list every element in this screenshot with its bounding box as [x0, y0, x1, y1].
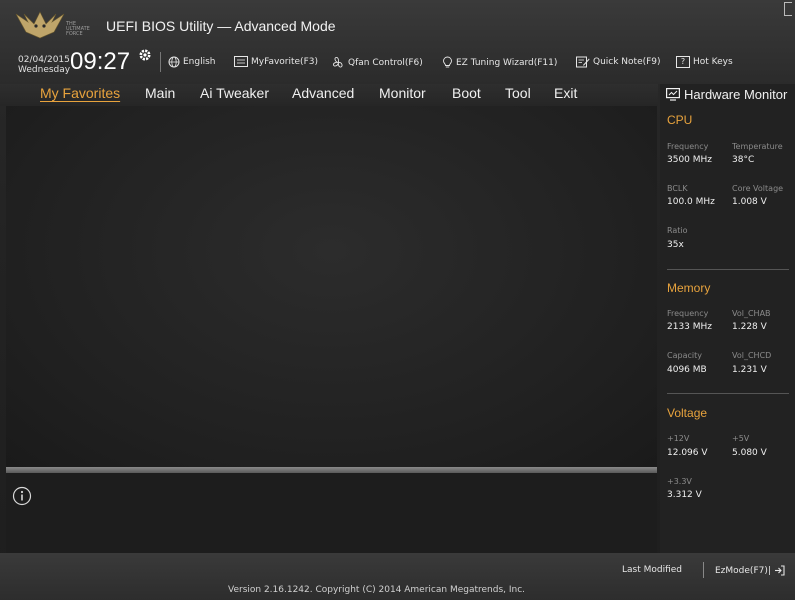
- info-icon: [12, 486, 32, 506]
- tab-exit[interactable]: Exit: [554, 85, 577, 101]
- vol-chab-value: 1.228 V: [732, 322, 767, 332]
- v33-label: +3.3V: [667, 477, 692, 486]
- tab-my-favorites[interactable]: My Favorites: [40, 85, 120, 101]
- globe-icon: [168, 56, 180, 68]
- gear-icon[interactable]: [138, 48, 152, 62]
- qfan-control-button[interactable]: Qfan Control(F6): [332, 56, 423, 69]
- tab-main[interactable]: Main: [145, 85, 175, 101]
- myfavorite-button[interactable]: MyFavorite(F3): [234, 56, 318, 67]
- v12-label: +12V: [667, 434, 690, 443]
- help-panel: [6, 473, 657, 553]
- tab-advanced[interactable]: Advanced: [292, 85, 354, 101]
- v12-value: 12.096 V: [667, 448, 708, 458]
- capacity-value: 4096 MB: [667, 365, 707, 375]
- vol-chab-label: Vol_CHAB: [732, 309, 771, 318]
- cpu-frequency-label: Frequency: [667, 142, 709, 151]
- ratio-value: 35x: [667, 240, 684, 250]
- tab-monitor[interactable]: Monitor: [379, 85, 426, 101]
- weekday-value: Wednesday: [18, 65, 71, 75]
- vol-chcd-label: Vol_CHCD: [732, 351, 772, 360]
- last-modified-button[interactable]: Last Modified: [622, 565, 682, 575]
- hot-keys-button[interactable]: ? Hot Keys: [676, 56, 733, 68]
- tab-ai-tweaker[interactable]: Ai Tweaker: [200, 85, 269, 101]
- memory-heading: Memory: [667, 281, 711, 295]
- memory-frequency-value: 2133 MHz: [667, 322, 713, 332]
- quick-note-button[interactable]: Quick Note(F9): [576, 56, 661, 68]
- note-icon: [576, 56, 590, 68]
- bios-window: THE ULTIMATE FORCE UEFI BIOS Utility — A…: [0, 0, 795, 600]
- date-value: 02/04/2015: [18, 55, 70, 65]
- bulb-icon: [443, 56, 452, 68]
- hot-keys-key-icon: ?: [676, 56, 690, 68]
- ez-tuning-wizard-button[interactable]: EZ Tuning Wizard(F11): [442, 56, 557, 69]
- footer-separator: [703, 562, 704, 578]
- monitor-icon: [666, 88, 680, 101]
- brand-tagline: THE ULTIMATE FORCE: [66, 21, 90, 37]
- cpu-heading: CPU: [667, 113, 693, 127]
- language-label: English: [183, 57, 216, 67]
- copyright-text: Version 2.16.1242. Copyright (C) 2014 Am…: [228, 585, 526, 595]
- logo-emblem-icon: [15, 11, 65, 39]
- bclk-label: BCLK: [667, 184, 688, 193]
- hw-divider: [667, 393, 789, 394]
- vol-chcd-value: 1.231 V: [732, 365, 767, 375]
- v5-label: +5V: [732, 434, 750, 443]
- hw-divider: [667, 269, 789, 270]
- v33-value: 3.312 V: [667, 490, 702, 500]
- favorites-content-panel: [6, 106, 657, 468]
- quick-note-label: Quick Note(F9): [593, 57, 661, 67]
- core-voltage-label: Core Voltage: [732, 184, 784, 193]
- time-display: 09:27: [70, 48, 131, 75]
- date-display: 02/04/2015 Wednesday: [18, 55, 70, 75]
- myfavorite-label: MyFavorite(F3): [251, 56, 318, 67]
- hardware-monitor-title: Hardware Monitor: [666, 87, 787, 102]
- app-title: UEFI BIOS Utility — Advanced Mode: [106, 18, 336, 34]
- tab-tool[interactable]: Tool: [505, 85, 531, 101]
- cpu-frequency-value: 3500 MHz: [667, 155, 713, 165]
- exit-icon: [774, 565, 785, 576]
- voltage-heading: Voltage: [667, 406, 708, 420]
- toolbar-separator: [160, 52, 161, 72]
- ez-mode-label: EzMode(F7)|: [715, 565, 771, 576]
- core-voltage-value: 1.008 V: [732, 197, 767, 207]
- qfan-label: Qfan Control(F6): [348, 57, 423, 68]
- favorite-icon: [234, 56, 248, 67]
- hardware-monitor-label: Hardware Monitor: [684, 87, 788, 102]
- language-button[interactable]: English: [168, 56, 216, 68]
- tab-boot[interactable]: Boot: [452, 85, 481, 101]
- capacity-label: Capacity: [667, 351, 702, 360]
- cpu-temperature-value: 38°C: [732, 155, 755, 165]
- fan-icon: [333, 57, 343, 68]
- memory-frequency-label: Frequency: [667, 309, 709, 318]
- ez-tuning-label: EZ Tuning Wizard(F11): [456, 57, 558, 68]
- ez-mode-button[interactable]: EzMode(F7)|: [715, 565, 785, 576]
- hot-keys-label: Hot Keys: [693, 57, 733, 67]
- bclk-value: 100.0 MHz: [667, 197, 715, 207]
- v5-value: 5.080 V: [732, 448, 767, 458]
- cpu-temperature-label: Temperature: [732, 142, 783, 151]
- window-edge-marker: [784, 2, 792, 16]
- ratio-label: Ratio: [667, 226, 688, 235]
